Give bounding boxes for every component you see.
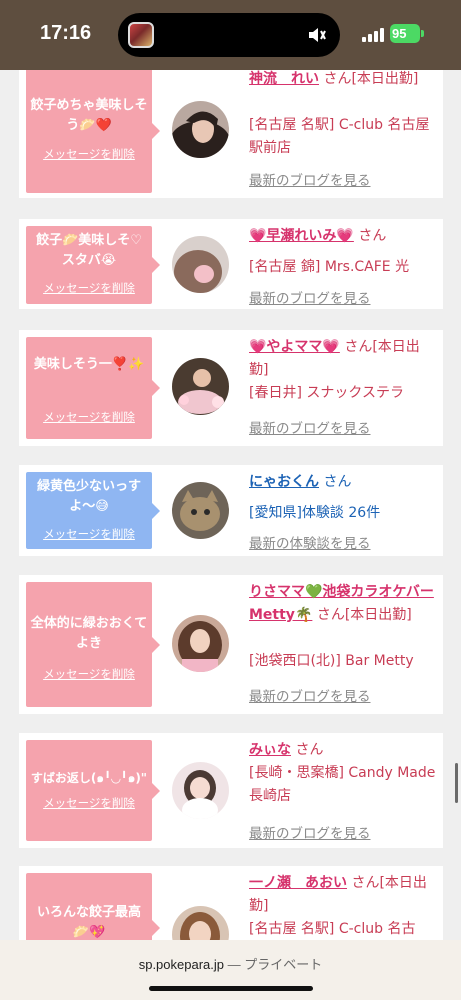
message-card: 餃子めちゃ美味しそう🥟❤️ メッセージを削除 神流 れい さん[本日出勤] [名… <box>19 70 443 198</box>
sender-info: 神流 れい さん[本日出勤] [名古屋 名駅] C-club 名古屋駅前店 最新… <box>249 70 439 189</box>
scrollbar-thumb[interactable] <box>455 763 458 803</box>
sender-name[interactable]: にゃおくん <box>249 474 319 490</box>
shop-location: [池袋西口(北)] Bar Metty <box>249 653 414 669</box>
message-bubble: すばお返し(๑╹◡╹๑)" メッセージを削除 <box>26 740 160 841</box>
dynamic-island[interactable] <box>118 13 340 57</box>
avatar[interactable] <box>172 101 229 158</box>
delete-message-link[interactable]: メッセージを削除 <box>26 666 152 682</box>
message-text: 餃子めちゃ美味しそう🥟❤️ <box>30 98 148 133</box>
sender-name[interactable]: 神流 れい <box>249 71 319 87</box>
private-mode-label: プライベート <box>244 957 323 972</box>
attendance-badge: [本日出勤] <box>351 71 419 87</box>
sender-info: 💗やよママ💗 さん[本日出勤] [春日井] スナックステラ 最新のブログを見る <box>249 336 439 437</box>
sender-info: にゃおくん さん [愛知県]体験談 26件 最新の体験談を見る <box>249 471 439 552</box>
message-text: すばお返し(๑╹◡╹๑)" <box>30 771 148 785</box>
message-text: 餃子🥟美味しそ♡スタバ😭 <box>36 233 142 268</box>
address-display[interactable]: sp.pokepara.jp — プライベート <box>0 954 461 973</box>
latest-blog-link[interactable]: 最新のブログを見る <box>249 686 371 709</box>
latest-blog-link[interactable]: 最新のブログを見る <box>249 418 371 441</box>
shop-location: [名古屋 名駅] C-club 名古 <box>249 921 416 937</box>
message-card: 餃子🥟美味しそ♡スタバ😭 メッセージを削除 💗早瀬れいみ💗 さん [名古屋 錦]… <box>19 219 443 309</box>
message-card: 全体的に緑おおくてよき メッセージを削除 りさママ💚池袋カラオケバーMetty🌴… <box>19 575 443 714</box>
sender-info: りさママ💚池袋カラオケバーMetty🌴 さん[本日出勤] [池袋西口(北)] B… <box>249 581 439 705</box>
avatar-photo <box>172 358 229 415</box>
message-bubble: 全体的に緑おおくてよき メッセージを削除 <box>26 582 160 707</box>
latest-blog-link[interactable]: 最新のブログを見る <box>249 288 371 311</box>
shop-location: [名古屋 名駅] C-club 名古屋駅前店 <box>249 117 430 156</box>
message-card: いろんな餃子最高🥟💖 一ノ瀬 あおい さん[本日出勤] [名古屋 名駅] C-c… <box>19 866 443 940</box>
honorific: さん <box>358 228 387 244</box>
message-bubble: いろんな餃子最高🥟💖 <box>26 873 160 940</box>
shop-location: [長崎・思案橋] Candy Made 長崎店 <box>249 765 436 804</box>
sender-info: 💗早瀬れいみ💗 さん [名古屋 錦] Mrs.CAFE 光 最新のブログを見る <box>249 225 439 307</box>
browser-address-bar[interactable]: sp.pokepara.jp — プライベート <box>0 940 461 1000</box>
message-text: 美味しそう一❣️✨ <box>33 357 145 372</box>
message-text: 緑黄色少ないっすよ〜😅 <box>36 479 141 514</box>
message-bubble: 美味しそう一❣️✨ メッセージを削除 <box>26 337 160 439</box>
battery-icon: 95 <box>390 24 420 43</box>
honorific: さん <box>323 71 352 87</box>
avatar-photo <box>172 101 229 158</box>
shop-location: [愛知県]体験談 26件 <box>249 505 381 521</box>
honorific: さん <box>344 339 373 355</box>
domain-text: sp.pokepara.jp <box>138 957 224 972</box>
sender-name[interactable]: 💗やよママ💗 <box>249 339 340 355</box>
message-bubble: 餃子🥟美味しそ♡スタバ😭 メッセージを削除 <box>26 226 160 304</box>
message-list[interactable]: 餃子めちゃ美味しそう🥟❤️ メッセージを削除 神流 れい さん[本日出勤] [名… <box>0 70 461 940</box>
delete-message-link[interactable]: メッセージを削除 <box>26 795 152 811</box>
honorific: さん <box>323 474 352 490</box>
separator: — <box>227 957 241 972</box>
avatar[interactable] <box>172 762 229 819</box>
sender-info: みぃな さん [長崎・思案橋] Candy Made 長崎店 最新のブログを見る <box>249 739 439 842</box>
latest-review-link[interactable]: 最新の体験談を見る <box>249 533 371 556</box>
message-card: 緑黄色少ないっすよ〜😅 メッセージを削除 にゃおくん さん [愛知県]体験談 2… <box>19 465 443 556</box>
mute-bell-icon <box>309 28 326 42</box>
sender-name[interactable]: 💗早瀬れいみ💗 <box>249 228 354 244</box>
latest-blog-link[interactable]: 最新のブログを見る <box>249 823 371 846</box>
honorific: さん <box>351 875 380 891</box>
message-card: すばお返し(๑╹◡╹๑)" メッセージを削除 みぃな さん [長崎・思案橋] C… <box>19 733 443 848</box>
delete-message-link[interactable]: メッセージを削除 <box>26 280 152 296</box>
home-indicator[interactable] <box>149 986 313 991</box>
battery-level: 95 <box>392 26 407 41</box>
delete-message-link[interactable]: メッセージを削除 <box>26 409 152 425</box>
avatar[interactable] <box>172 236 229 293</box>
sender-info: 一ノ瀬 あおい さん[本日出勤] [名古屋 名駅] C-club 名古 <box>249 872 439 940</box>
sender-name[interactable]: 一ノ瀬 あおい <box>249 875 347 891</box>
message-bubble: 餃子めちゃ美味しそう🥟❤️ メッセージを削除 <box>26 70 160 193</box>
message-text: いろんな餃子最高🥟💖 <box>36 905 141 940</box>
avatar[interactable] <box>172 482 229 539</box>
status-bar: 17:16 95 <box>0 0 461 70</box>
avatar-photo <box>172 615 229 672</box>
honorific: さん <box>316 607 345 623</box>
status-time: 17:16 <box>40 22 92 44</box>
attendance-badge: [本日出勤] <box>344 607 412 623</box>
avatar-photo <box>172 236 229 293</box>
latest-blog-link[interactable]: 最新のブログを見る <box>249 170 371 193</box>
delete-message-link[interactable]: メッセージを削除 <box>26 526 152 542</box>
avatar[interactable] <box>172 906 229 940</box>
avatar[interactable] <box>172 358 229 415</box>
sender-name[interactable]: みぃな <box>249 742 291 758</box>
shop-location: [名古屋 錦] Mrs.CAFE 光 <box>249 259 410 275</box>
avatar-photo <box>172 762 229 819</box>
message-card: 美味しそう一❣️✨ メッセージを削除 💗やよママ💗 さん[本日出勤] [春日井]… <box>19 330 443 446</box>
cellular-signal-icon <box>362 27 384 42</box>
avatar-photo <box>172 906 229 940</box>
honorific: さん <box>295 742 324 758</box>
avatar-photo <box>172 482 229 539</box>
delete-message-link[interactable]: メッセージを削除 <box>26 146 152 162</box>
message-bubble: 緑黄色少ないっすよ〜😅 メッセージを削除 <box>26 472 160 549</box>
battery-tip <box>421 30 424 37</box>
avatar[interactable] <box>172 615 229 672</box>
message-text: 全体的に緑おおくてよき <box>30 616 148 651</box>
shop-location: [春日井] スナックステラ <box>249 385 404 401</box>
now-playing-thumbnail <box>128 22 154 48</box>
